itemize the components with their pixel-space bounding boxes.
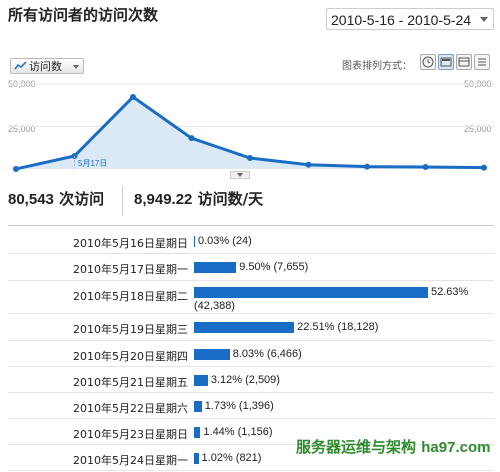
visits-per-day-unit: 访问数/天: [197, 190, 264, 208]
point-date-label: 5月17日: [78, 159, 108, 168]
row-bar: [194, 322, 295, 333]
total-visits-value: 80,543: [8, 191, 54, 208]
data-point[interactable]: [364, 163, 370, 170]
table-row: 2010年5月22日星期六 1.73% (1,396): [8, 393, 494, 419]
row-value-label: 3.12% (2,509): [210, 374, 280, 386]
row-value-label: 1.44% (1,156): [203, 426, 273, 438]
data-point[interactable]: [481, 164, 487, 171]
data-point[interactable]: [422, 164, 429, 171]
row-date: 2010年5月20日星期四: [73, 350, 188, 363]
row-value-label: 1.02% (821): [201, 452, 262, 464]
visits-line-chart: [8, 83, 494, 172]
row-date: 2010年5月16日星期日: [73, 237, 188, 250]
row-date: 2010年5月24日星期一: [73, 454, 188, 467]
total-visits-unit: 次访问: [59, 190, 105, 208]
row-value-label: 8.03% (6,466): [232, 348, 302, 360]
chart-resize-handle[interactable]: [230, 171, 250, 179]
visits-per-day-value: 8,949.22: [134, 191, 193, 208]
table-row: 2010年5月18日星期二 52.63% (42,388): [8, 281, 494, 314]
row-date: 2010年5月17日星期一: [73, 263, 188, 276]
row-bar: [194, 401, 202, 412]
table-row: 2010年5月16日星期日 0.03% (24): [8, 228, 494, 254]
data-point[interactable]: [247, 155, 253, 162]
table-row: 2010年5月19日星期三 22.51% (18,128): [8, 314, 494, 341]
watermark: 服务器运维与架构 ha97.com: [296, 436, 490, 457]
table-row: 2010年5月21日星期五 3.12% (2,509): [8, 367, 494, 393]
data-point[interactable]: [13, 165, 19, 172]
row-value-label: 1.73% (1,396): [204, 400, 274, 412]
table-row: 2010年5月17日星期一 9.50% (7,655): [8, 254, 494, 281]
watermark-domain: ha97.com: [421, 439, 491, 456]
data-point[interactable]: [130, 93, 136, 100]
row-bar: [194, 349, 230, 360]
row-bar: [194, 236, 195, 247]
row-bar: [194, 262, 237, 273]
row-bar: [194, 427, 201, 438]
row-value-label: 52.63%: [431, 286, 469, 298]
row-date: 2010年5月23日星期日: [73, 428, 188, 441]
row-date: 2010年5月21日星期五: [73, 376, 188, 389]
chevron-down-icon: [237, 173, 243, 177]
row-date: 2010年5月22日星期六: [73, 402, 188, 415]
row-value-label: 9.50% (7,655): [239, 261, 309, 273]
total-visits: 80,543 次访问: [8, 188, 104, 209]
row-date: 2010年5月18日星期二: [73, 290, 188, 303]
row-value-count: (42,388): [194, 300, 235, 312]
summary-divider: [122, 186, 123, 216]
visits-per-day: 8,949.22 访问数/天: [134, 188, 263, 209]
data-point[interactable]: [188, 135, 195, 142]
data-point[interactable]: [305, 161, 312, 168]
watermark-text: 服务器运维与架构: [296, 438, 417, 456]
table-divider: [8, 225, 494, 226]
row-date: 2010年5月19日星期三: [73, 323, 188, 336]
row-value-label: 0.03% (24): [198, 235, 252, 247]
row-bar: [194, 375, 208, 386]
row-value-label: 22.51% (18,128): [297, 321, 379, 333]
row-bar: [194, 287, 428, 298]
row-bar: [194, 453, 199, 464]
table-row: 2010年5月20日星期四 8.03% (6,466): [8, 341, 494, 367]
